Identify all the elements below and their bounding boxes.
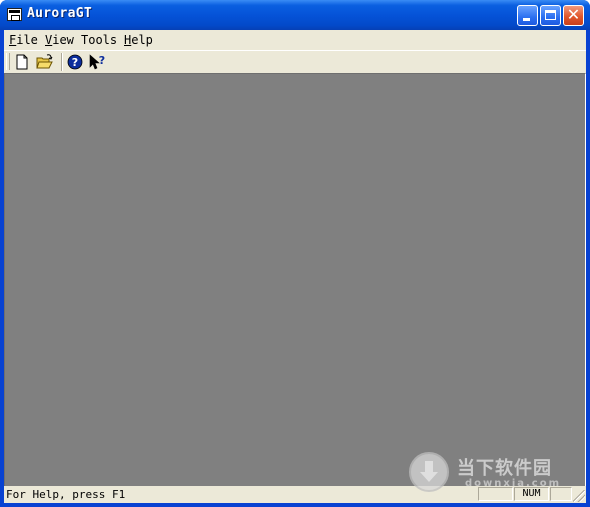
client-area: File View Tools Help ? ? For Help, press… xyxy=(4,30,586,503)
about-button[interactable]: ? xyxy=(66,53,84,71)
title-bar[interactable]: AuroraGT ✕ xyxy=(0,0,590,30)
close-icon: ✕ xyxy=(566,5,581,24)
menu-bar: File View Tools Help xyxy=(4,30,586,50)
maximize-icon xyxy=(545,10,556,20)
toolbar: ? ? xyxy=(4,50,586,72)
help-icon: ? xyxy=(67,54,83,70)
watermark-cn: 当下软件园 xyxy=(457,458,552,479)
app-window: AuroraGT ✕ File View Tools Help ? ? For … xyxy=(0,0,590,507)
maximize-button[interactable] xyxy=(540,5,561,26)
app-icon[interactable] xyxy=(7,8,22,21)
status-message: For Help, press F1 xyxy=(6,488,126,501)
new-button[interactable] xyxy=(13,53,31,71)
menu-view[interactable]: View xyxy=(45,33,74,47)
open-folder-icon xyxy=(36,54,53,69)
menu-file[interactable]: File xyxy=(9,33,38,47)
svg-text:?: ? xyxy=(99,54,105,67)
menu-tools[interactable]: Tools xyxy=(81,33,117,47)
whats-this-help-icon: ? xyxy=(89,54,105,70)
window-title: AuroraGT xyxy=(27,6,93,21)
mdi-workspace[interactable] xyxy=(4,73,586,487)
minimize-button[interactable] xyxy=(517,5,538,26)
close-button[interactable]: ✕ xyxy=(563,5,584,26)
toolbar-grip[interactable] xyxy=(6,53,10,70)
svg-text:?: ? xyxy=(72,56,78,69)
toolbar-separator xyxy=(61,53,63,71)
watermark: 当下软件园 downxia.com xyxy=(405,450,585,500)
context-help-button[interactable]: ? xyxy=(88,53,106,71)
open-button[interactable] xyxy=(36,53,54,71)
watermark-domain: downxia.com xyxy=(465,478,562,489)
new-document-icon xyxy=(16,54,28,70)
menu-help[interactable]: Help xyxy=(124,33,153,47)
minimize-icon xyxy=(523,18,530,21)
